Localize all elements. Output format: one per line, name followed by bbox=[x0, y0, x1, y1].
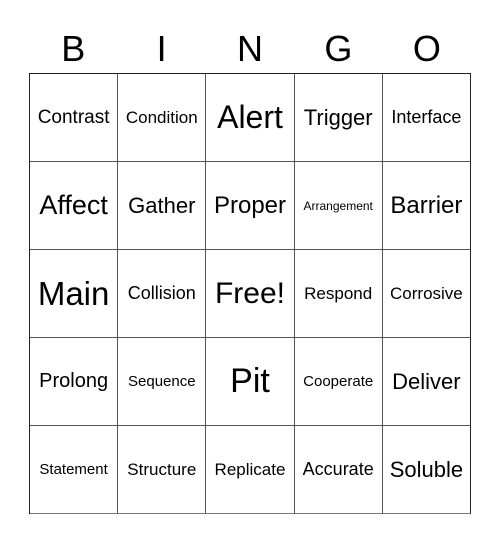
bingo-cell[interactable]: Proper bbox=[206, 162, 295, 250]
bingo-cell[interactable]: Cooperate bbox=[294, 338, 383, 426]
bingo-header: B I N G O bbox=[29, 26, 471, 72]
header-letter-i: I bbox=[156, 28, 167, 69]
bingo-cell[interactable]: Arrangement bbox=[294, 162, 383, 250]
bingo-cell[interactable]: Interface bbox=[382, 74, 471, 162]
bingo-cell[interactable]: Corrosive bbox=[382, 250, 471, 338]
bingo-cell[interactable]: Barrier bbox=[382, 162, 471, 250]
bingo-cell[interactable]: Sequence bbox=[118, 338, 207, 426]
bingo-cell[interactable]: Statement bbox=[30, 426, 119, 514]
bingo-cell[interactable]: Contrast bbox=[30, 74, 119, 162]
bingo-cell[interactable]: Respond bbox=[294, 250, 383, 338]
bingo-cell[interactable]: Pit bbox=[206, 338, 295, 426]
bingo-cell-free[interactable]: Free! bbox=[206, 250, 295, 338]
bingo-cell[interactable]: Replicate bbox=[206, 426, 295, 514]
bingo-cell[interactable]: Main bbox=[30, 250, 119, 338]
bingo-cell[interactable]: Structure bbox=[118, 426, 207, 514]
header-letter-n: N bbox=[237, 28, 264, 69]
bingo-cell[interactable]: Prolong bbox=[30, 338, 119, 426]
bingo-cell[interactable]: Affect bbox=[30, 162, 119, 250]
header-letter-o: O bbox=[412, 28, 441, 69]
bingo-cell[interactable]: Deliver bbox=[382, 338, 471, 426]
bingo-cell[interactable]: Trigger bbox=[294, 74, 383, 162]
bingo-cell[interactable]: Gather bbox=[118, 162, 207, 250]
header-letter-b: B bbox=[61, 28, 86, 69]
bingo-grid: Contrast Condition Alert Trigger Interface Af… bbox=[29, 73, 471, 514]
bingo-cell[interactable]: Accurate bbox=[294, 426, 383, 514]
bingo-cell[interactable]: Alert bbox=[206, 74, 295, 162]
bingo-cell[interactable]: Soluble bbox=[382, 426, 471, 514]
bingo-cell[interactable]: Collision bbox=[118, 250, 207, 338]
header-letter-g: G bbox=[324, 28, 353, 69]
bingo-cell[interactable]: Condition bbox=[118, 74, 207, 162]
